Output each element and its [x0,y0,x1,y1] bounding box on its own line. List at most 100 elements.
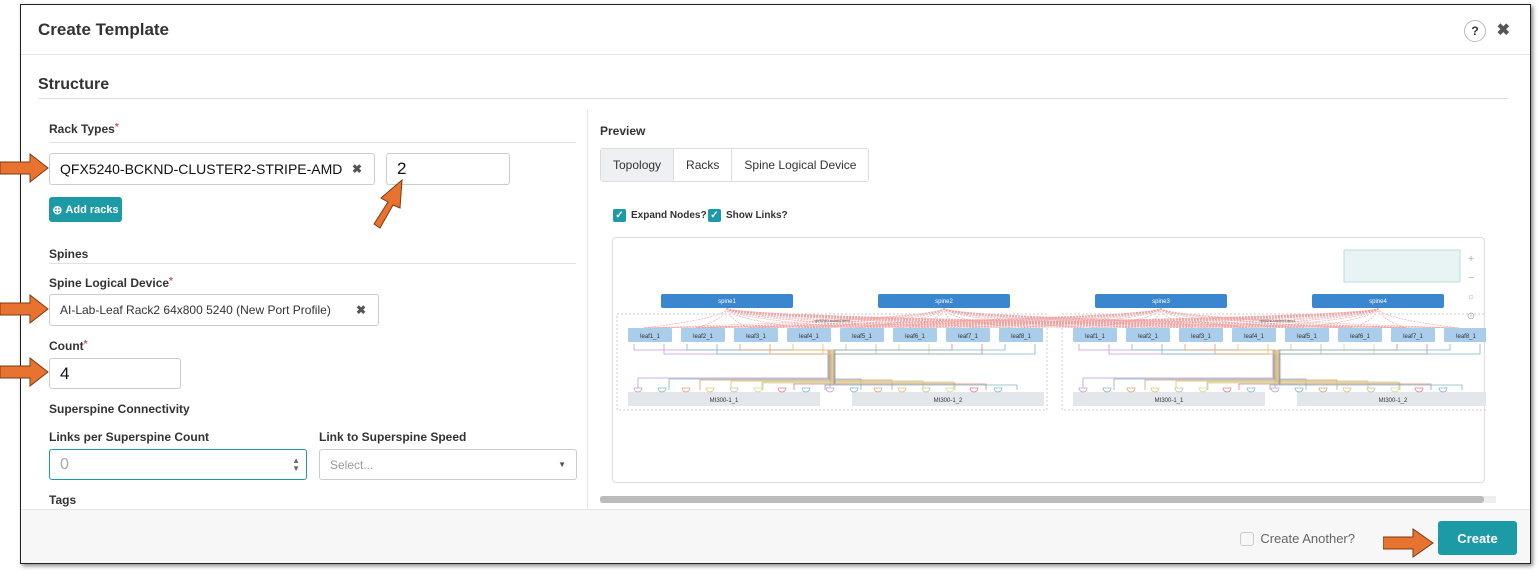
spine-device-label: Spine Logical Device* [49,276,173,290]
rack-types-label-text: Rack Types [49,122,115,136]
spine-device-label-text: Spine Logical Device [49,276,170,290]
dialog-title: Create Template [38,20,170,39]
minimap [1343,249,1461,283]
leaf-link [832,344,956,390]
help-icon[interactable]: ? [1464,20,1486,42]
add-racks-label: Add racks [65,203,119,216]
show-links-checkbox[interactable]: ✓ Show Links? [708,209,788,222]
server-label: MI300-1_1 [1155,398,1184,404]
server-port [1390,387,1400,393]
checkbox-box[interactable] [1240,531,1255,546]
close-icon[interactable]: ✖ [1497,20,1510,40]
server-port [705,387,715,393]
server-port [849,387,859,393]
topology-canvas[interactable]: spine1 spine2 spine3 spine4 qfx5240-bcknd-am… [612,237,1493,483]
clear-icon[interactable]: ✖ [352,162,362,176]
dialog-header: Create Template ? ✖ [21,5,1530,55]
leaf-label: leaf3_1 [746,334,766,340]
annotation-arrow [0,294,49,324]
annotation-arrow [1383,528,1434,558]
leaf-label: leaf3_1 [1191,334,1211,340]
spines-heading: Spines [49,247,89,261]
zoom-control-icon: ⊙ [1467,311,1475,322]
speed-placeholder: Select... [330,457,374,472]
spine-device-value: AI-Lab-Leaf Rack2 64x800 5240 (New Port … [60,303,331,317]
spine-label: spine3 [1152,299,1170,305]
server-port [729,387,739,393]
server-port [1414,387,1424,393]
server-port [1126,387,1136,393]
superspine-heading: Superspine Connectivity [49,402,190,416]
spine-label: spine1 [718,299,736,305]
server-port [1150,387,1160,393]
leaf-label: leaf4_1 [799,334,819,340]
create-another-checkbox[interactable]: Create Another? [1240,531,1355,546]
leaf-label: leaf5_1 [1297,334,1317,340]
links-per-superspine-label: Links per Superspine Count [49,430,210,444]
server-port [633,387,643,393]
zoom-control-icon: − [1468,273,1474,284]
structure-heading: Structure [38,76,110,93]
clear-icon[interactable]: ✖ [356,303,366,317]
divider [38,98,1508,99]
leaf-label: leaf2_1 [693,334,713,340]
server-port [1438,387,1448,393]
preview-heading: Preview [600,124,646,138]
server-port [1294,387,1304,393]
server-port [801,387,811,393]
annotation-arrow [0,357,49,387]
leaf-label: leaf7_1 [958,334,978,340]
spine-logical-device-select[interactable]: AI-Lab-Leaf Rack2 64x800 5240 (New Port … [49,294,379,326]
tags-label: Tags [49,493,77,507]
server-port [1270,387,1280,393]
server-port [681,387,691,393]
topology-diagram: spine1 spine2 spine3 spine4 qfx5240-bcknd-am… [616,249,1493,411]
server-port [1198,387,1208,393]
horizontal-scrollbar[interactable] [600,496,1496,503]
spine-link [1377,307,1460,329]
server-port [1342,387,1352,393]
rack-type-select[interactable]: QFX5240-BCKND-CLUSTER2-STRIPE-AMD ✖ [49,153,375,185]
server-port [825,387,835,393]
spine-label: spine4 [1369,299,1387,305]
server-label: MI300-1_2 [1379,398,1408,404]
superspine-speed-select[interactable]: Select... ▼ [319,449,577,480]
show-links-label: Show Links? [726,210,788,221]
server-port [873,387,883,393]
expand-nodes-checkbox[interactable]: ✓ Expand Nodes? [613,209,707,222]
server-port [1102,387,1112,393]
tab-racks[interactable]: Racks [674,149,733,181]
server-label: MI300-1_2 [934,398,963,404]
links-per-superspine-input[interactable]: 0 ▲ ▼ [49,449,307,480]
dialog-footer: Create Another? Create [21,509,1530,563]
server-port [753,387,763,393]
required-marker: * [83,339,88,350]
divider [49,263,576,264]
tab-spine-logical-device[interactable]: Spine Logical Device [732,149,868,181]
tab-topology[interactable]: Topology [601,149,675,181]
leaf-label: leaf7_1 [1403,334,1423,340]
plus-circle-icon: ⊕ [52,202,63,217]
server-port [1222,387,1232,393]
server-port [1078,387,1088,393]
preview-tabs: Topology Racks Spine Logical Device [600,148,870,182]
spinner-icon[interactable]: ▲ ▼ [292,456,300,473]
chevron-down-icon: ▼ [558,460,566,469]
panel-divider [587,110,588,511]
count-label-text: Count [49,339,84,353]
scrollbar-thumb[interactable] [600,496,1484,503]
dialog-body: Structure Rack Types* QFX5240-BCKND-CLUS… [21,56,1530,511]
add-racks-button[interactable]: ⊕ Add racks [49,197,122,222]
spine-label: spine2 [935,299,953,305]
spine-count-input[interactable]: 4 [49,358,181,389]
create-another-label: Create Another? [1260,531,1355,546]
rack-types-label: Rack Types* [49,122,119,136]
leaf-label: leaf6_1 [905,334,925,340]
divider [49,142,576,143]
server-port [1366,387,1376,393]
server-port [945,387,955,393]
zoom-control-icon: ○ [1468,292,1474,303]
server-port [1174,387,1184,393]
count-label: Count* [49,339,88,353]
create-button[interactable]: Create [1438,521,1517,555]
